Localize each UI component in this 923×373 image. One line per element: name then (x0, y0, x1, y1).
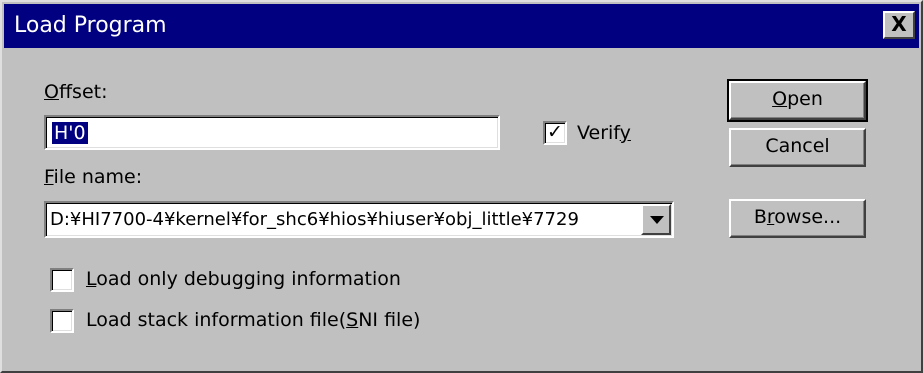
dialog-title: Load Program (14, 13, 167, 38)
title-bar[interactable]: Load Program X (4, 4, 919, 48)
open-button[interactable]: Open (727, 79, 868, 122)
load-debug-only-label[interactable]: Load only debugging information (86, 267, 401, 291)
load-stack-info-checkbox[interactable] (50, 309, 74, 333)
file-name-combobox[interactable]: D:¥HI7700-4¥kernel¥for_shc6¥hios¥hiuser¥… (44, 201, 674, 238)
file-name-label: File name: (44, 166, 143, 188)
close-icon: X (891, 12, 907, 36)
file-name-value: D:¥HI7700-4¥kernel¥for_shc6¥hios¥hiuser¥… (50, 209, 579, 230)
chevron-down-icon (650, 216, 664, 224)
file-name-dropdown-button[interactable] (641, 204, 671, 235)
offset-value: H'0 (52, 122, 88, 144)
load-stack-info-label[interactable]: Load stack information file(SNI file) (86, 308, 420, 332)
verify-checkbox[interactable]: ✓ (543, 121, 567, 145)
browse-button[interactable]: Browse... (729, 199, 866, 238)
verify-label[interactable]: Verify (577, 121, 631, 145)
cancel-button[interactable]: Cancel (729, 128, 866, 167)
check-icon: ✓ (547, 121, 563, 143)
load-debug-only-checkbox[interactable] (50, 268, 74, 292)
offset-label: Offset: (44, 81, 108, 103)
load-program-dialog: Load Program X Offset: H'0 ✓ Verify File… (0, 0, 923, 373)
close-button[interactable]: X (883, 11, 915, 39)
offset-input[interactable]: H'0 (44, 115, 500, 150)
